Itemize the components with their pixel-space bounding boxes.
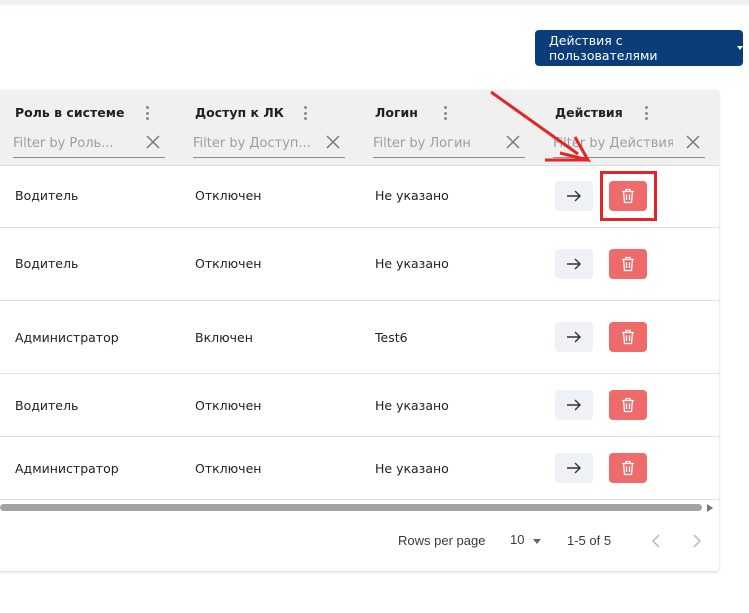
annotation-highlight-box	[600, 171, 657, 221]
cell-access: Отключен	[195, 188, 262, 203]
cell-access: Отключен	[195, 256, 262, 271]
column-header-role: Роль в системе	[13, 90, 175, 166]
cell-access: Отключен	[195, 461, 262, 476]
table-row: Водитель Отключен Не указано	[0, 228, 719, 301]
delete-user-button[interactable]	[609, 390, 647, 420]
open-user-button[interactable]	[555, 453, 593, 483]
close-icon[interactable]	[145, 134, 161, 150]
cell-login: Test6	[375, 330, 408, 345]
arrow-right-icon	[567, 190, 581, 202]
cell-login: Не указано	[375, 256, 449, 271]
horizontal-scrollbar[interactable]	[0, 502, 719, 514]
column-title: Доступ к ЛК	[195, 105, 284, 120]
trash-icon	[622, 397, 634, 413]
cell-role: Администратор	[15, 461, 119, 476]
close-icon[interactable]	[325, 134, 341, 150]
filter-input-access[interactable]	[193, 132, 313, 154]
open-user-button[interactable]	[555, 390, 593, 420]
filter-input-role[interactable]	[13, 132, 133, 154]
filter-field-login	[373, 132, 525, 158]
pagination-range: 1-5 of 5	[567, 533, 612, 548]
filter-field-role	[13, 132, 165, 158]
caret-down-icon	[737, 46, 743, 50]
filter-input-login[interactable]	[373, 132, 493, 154]
cell-login: Не указано	[375, 461, 449, 476]
trash-icon	[622, 256, 634, 272]
delete-user-button[interactable]	[609, 249, 647, 279]
cell-login: Не указано	[375, 398, 449, 413]
arrow-right-icon	[567, 462, 581, 474]
column-header-actions: Действия	[553, 90, 715, 166]
table-row: Водитель Отключен Не указано	[0, 374, 719, 437]
caret-down-icon[interactable]	[533, 539, 541, 544]
cell-access: Отключен	[195, 398, 262, 413]
open-user-button[interactable]	[555, 181, 593, 211]
trash-icon	[622, 460, 634, 476]
kebab-menu-icon[interactable]	[644, 106, 648, 120]
delete-user-button[interactable]	[609, 322, 647, 352]
column-title: Роль в системе	[15, 105, 125, 120]
cell-login: Не указано	[375, 188, 449, 203]
table-row: Администратор Отключен Не указано	[0, 437, 719, 500]
cell-role: Водитель	[15, 256, 79, 271]
top-bar	[0, 0, 749, 5]
scroll-right-icon[interactable]	[707, 504, 713, 512]
chevron-right-icon[interactable]	[686, 531, 706, 551]
close-icon[interactable]	[685, 134, 701, 150]
kebab-menu-icon[interactable]	[443, 106, 447, 120]
column-header-login: Логин	[373, 90, 535, 166]
rows-per-page-select[interactable]: 10	[510, 532, 524, 547]
column-title: Логин	[375, 105, 418, 120]
cell-access: Включен	[195, 330, 253, 345]
table-row: Администратор Включен Test6	[0, 301, 719, 374]
filter-input-actions[interactable]	[553, 132, 673, 154]
cell-role: Администратор	[15, 330, 119, 345]
arrow-right-icon	[567, 258, 581, 270]
cell-role: Водитель	[15, 188, 79, 203]
open-user-button[interactable]	[555, 249, 593, 279]
open-user-button[interactable]	[555, 322, 593, 352]
arrow-right-icon	[567, 331, 581, 343]
table-header: Роль в системе Доступ к ЛК Логин Действи…	[0, 90, 719, 166]
column-header-access: Доступ к ЛК	[193, 90, 355, 166]
kebab-menu-icon[interactable]	[145, 106, 149, 120]
trash-icon	[622, 329, 634, 345]
user-actions-label: Действия с пользователями	[549, 33, 658, 63]
close-icon[interactable]	[505, 134, 521, 150]
chevron-left-icon[interactable]	[647, 531, 667, 551]
filter-field-access	[193, 132, 345, 158]
scrollbar-thumb[interactable]	[0, 504, 702, 511]
cell-role: Водитель	[15, 398, 79, 413]
kebab-menu-icon[interactable]	[303, 106, 307, 120]
delete-user-button[interactable]	[609, 453, 647, 483]
arrow-right-icon	[567, 399, 581, 411]
filter-field-actions	[553, 132, 705, 158]
user-actions-dropdown-button[interactable]: Действия с пользователями	[535, 30, 743, 66]
column-title: Действия	[555, 105, 623, 120]
rows-per-page-label: Rows per page	[398, 533, 486, 548]
